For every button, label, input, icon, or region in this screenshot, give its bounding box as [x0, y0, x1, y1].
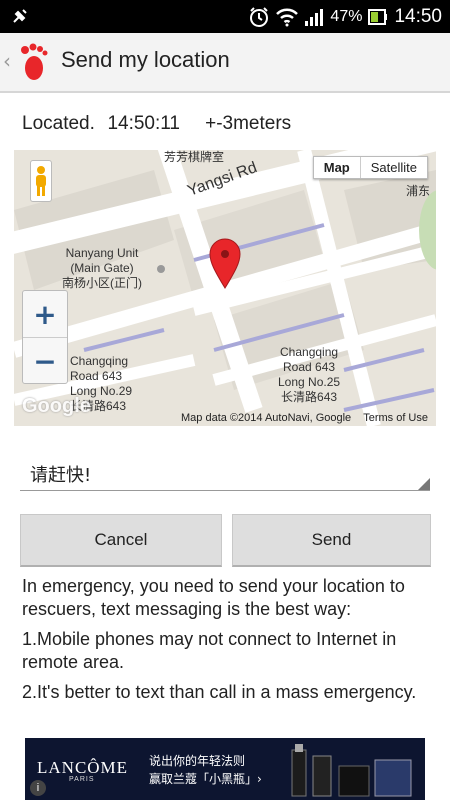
- signal-icon: [305, 8, 324, 26]
- status-time: 14:50: [394, 5, 442, 27]
- ad-product-image: [291, 744, 412, 797]
- alarm-icon: [250, 6, 269, 27]
- zoom-out-button[interactable]: −: [23, 338, 67, 384]
- info-text: In emergency, you need to send your loca…: [22, 575, 432, 722]
- google-logo: Google: [22, 395, 91, 417]
- cancel-button[interactable]: Cancel: [20, 514, 222, 567]
- ad-brand-sub: PARIS: [69, 776, 95, 783]
- map-label-poi: 芳芳棋牌室: [164, 150, 225, 164]
- battery-icon: [368, 8, 388, 25]
- chevron-left-icon[interactable]: ‹: [3, 49, 11, 73]
- map-type-map-button[interactable]: Map: [314, 157, 361, 178]
- ad-brand: LANCÔME: [37, 758, 129, 777]
- map-attribution[interactable]: Map data ©2014 AutoNavi, Google Terms of…: [181, 412, 428, 424]
- wifi-icon: [276, 8, 299, 26]
- footprint-icon[interactable]: [18, 42, 52, 82]
- ad-headline: 说出你的年轻法则: [149, 754, 246, 768]
- street-view-pegman-icon[interactable]: [30, 160, 52, 202]
- page-title: Send my location: [61, 47, 230, 72]
- message-input[interactable]: 请赶快!: [20, 452, 430, 491]
- usb-debug-icon: [13, 9, 27, 23]
- ad-banner[interactable]: LANCÔME PARIS 说出你的年轻法则 赢取兰蔻「小黑瓶」›: [25, 738, 425, 800]
- ad-info-icon[interactable]: i: [30, 780, 46, 796]
- action-bar: ‹ Send my location: [0, 33, 450, 93]
- ad-tagline: 赢取兰蔻「小黑瓶」›: [149, 772, 262, 786]
- zoom-controls: + −: [22, 290, 68, 384]
- map-label-changqing-right: Changqing Road 643 Long No.25 长清路643: [278, 345, 341, 404]
- resize-corner-icon: [418, 478, 430, 490]
- status-bar: 47% 14:50: [0, 0, 450, 33]
- map-view[interactable]: 芳芳棋牌室 Yangsi Rd Nanyang Unit (Main Gate)…: [14, 150, 436, 426]
- message-text: 请赶快!: [30, 465, 92, 486]
- info-paragraph: In emergency, you need to send your loca…: [22, 576, 405, 619]
- zoom-in-button[interactable]: +: [23, 291, 67, 338]
- location-status: Located. 14:50:11 +-3meters: [22, 113, 292, 134]
- map-type-toggle: Map Satellite: [312, 156, 428, 179]
- battery-percent: 47%: [330, 7, 363, 25]
- map-type-satellite-button[interactable]: Satellite: [361, 157, 427, 178]
- info-paragraph: 2.It's better to text than call in a mas…: [22, 682, 417, 702]
- send-button[interactable]: Send: [232, 514, 431, 567]
- map-label-pudong: 浦东: [406, 184, 431, 198]
- map-label-nanyang: Nanyang Unit (Main Gate) 南杨小区(正门): [62, 246, 142, 290]
- info-paragraph: 1.Mobile phones may not connect to Inter…: [22, 629, 397, 672]
